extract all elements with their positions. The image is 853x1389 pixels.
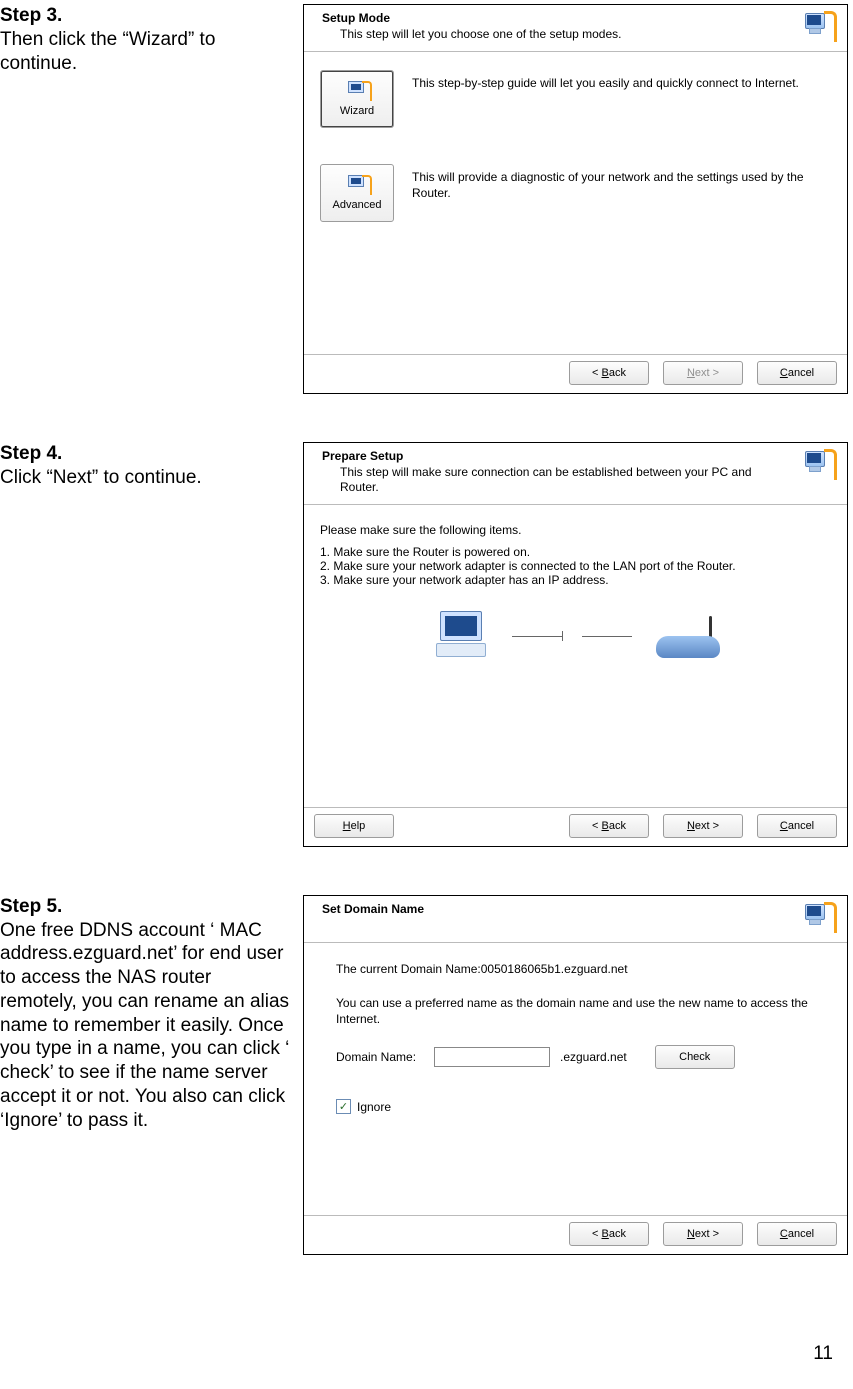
advanced-button[interactable]: Advanced: [320, 164, 394, 222]
help-button[interactable]: Help: [314, 814, 394, 838]
connection-line-icon: [512, 629, 632, 643]
cancel-button[interactable]: Cancel: [757, 1222, 837, 1246]
prepare-item-2: Make sure your network adapter is connec…: [320, 559, 831, 573]
domain-name-label: Domain Name:: [336, 1050, 424, 1064]
back-button[interactable]: < Back: [569, 814, 649, 838]
advanced-desc: This will provide a diagnostic of your n…: [412, 164, 831, 201]
prepare-item-1: Make sure the Router is powered on.: [320, 545, 831, 559]
prepare-checklist: Make sure the Router is powered on. Make…: [320, 545, 831, 587]
step5-instruction: Step 5. One free DDNS account ‘ MAC addr…: [0, 895, 303, 1133]
prepare-setup-panel: Prepare Setup This step will make sure c…: [303, 442, 848, 847]
domain-hint-text: You can use a preferred name as the doma…: [336, 995, 815, 1027]
prepare-intro: Please make sure the following items.: [320, 523, 831, 537]
wizard-pc-icon: [803, 449, 839, 481]
check-mark-icon: ✓: [339, 1100, 348, 1113]
advanced-button-label: Advanced: [333, 199, 382, 211]
set-domain-title: Set Domain Name: [322, 902, 793, 918]
prepare-setup-title: Prepare Setup: [322, 449, 793, 465]
next-button-disabled: Next >: [663, 361, 743, 385]
step3-instruction: Step 3. Then click the “Wizard” to conti…: [0, 4, 303, 75]
back-button[interactable]: < Back: [569, 361, 649, 385]
cancel-button[interactable]: Cancel: [757, 361, 837, 385]
check-button[interactable]: Check: [655, 1045, 735, 1069]
domain-name-input[interactable]: [434, 1047, 550, 1067]
router-icon: [656, 614, 720, 658]
step4-instruction: Step 4. Click “Next” to continue.: [0, 442, 303, 490]
pc-icon: [432, 611, 488, 661]
page-number: 11: [0, 1303, 853, 1365]
setup-mode-panel: Setup Mode This step will let you choose…: [303, 4, 848, 394]
wizard-button-label: Wizard: [340, 105, 374, 117]
ignore-label: Ignore: [357, 1100, 391, 1114]
current-domain-text: The current Domain Name:0050186065b1.ezg…: [336, 961, 815, 977]
back-button[interactable]: < Back: [569, 1222, 649, 1246]
step5-text: One free DDNS account ‘ MAC address.ezgu…: [0, 920, 289, 1131]
set-domain-panel: Set Domain Name The current Domain Name:…: [303, 895, 848, 1255]
step4-heading: Step 4.: [0, 443, 62, 464]
prepare-setup-subtitle: This step will make sure connection can …: [322, 465, 793, 496]
advanced-pc-mini-icon: [342, 175, 372, 197]
wizard-pc-icon: [803, 11, 839, 43]
wizard-pc-mini-icon: [342, 81, 372, 103]
next-button[interactable]: Next >: [663, 1222, 743, 1246]
step5-heading: Step 5.: [0, 896, 62, 917]
setup-mode-subtitle: This step will let you choose one of the…: [322, 27, 793, 43]
next-button[interactable]: Next >: [663, 814, 743, 838]
wizard-button[interactable]: Wizard: [320, 70, 394, 128]
pc-router-diagram: [320, 611, 831, 661]
step4-text: Click “Next” to continue.: [0, 467, 202, 488]
prepare-item-3: Make sure your network adapter has an IP…: [320, 573, 831, 587]
step3-text: Then click the “Wizard” to continue.: [0, 29, 215, 74]
ignore-checkbox[interactable]: ✓: [336, 1099, 351, 1114]
cancel-button[interactable]: Cancel: [757, 814, 837, 838]
setup-mode-title: Setup Mode: [322, 11, 793, 27]
step3-heading: Step 3.: [0, 5, 62, 26]
domain-suffix: .ezguard.net: [560, 1050, 627, 1064]
wizard-pc-icon: [803, 902, 839, 934]
wizard-desc: This step-by-step guide will let you eas…: [412, 70, 831, 92]
